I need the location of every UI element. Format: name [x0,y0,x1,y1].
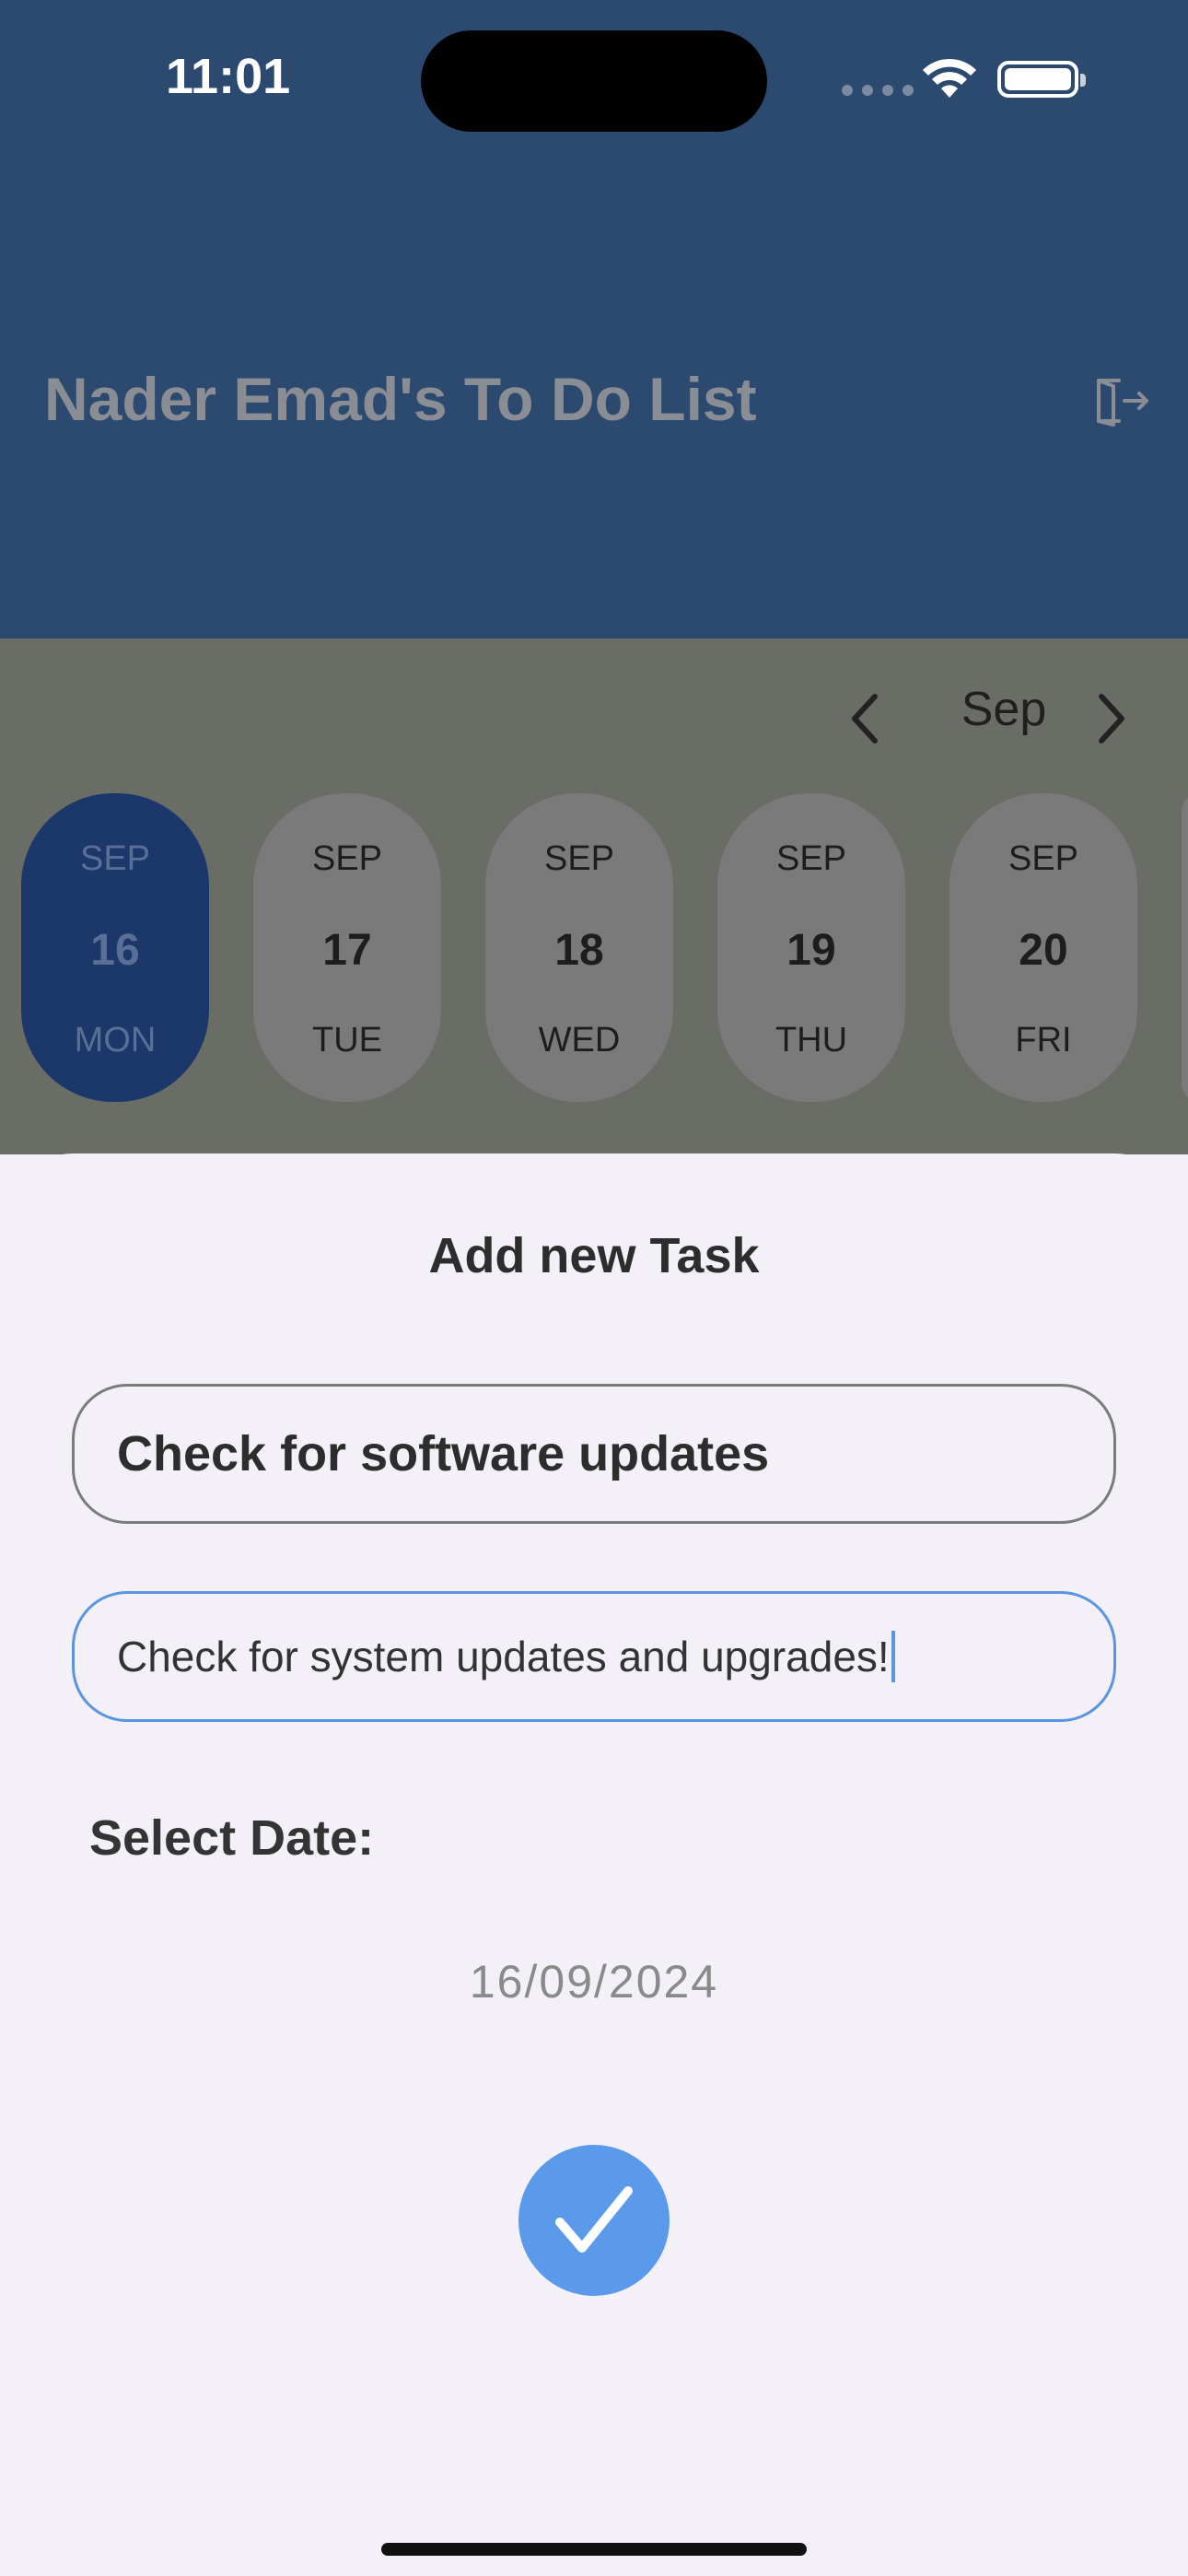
home-indicator [381,2543,807,2556]
month-navigator: Sep [801,671,1188,754]
day-number: 19 [786,925,836,975]
calendar-strip: Sep SEP 16 MON SEP 17 TUE SEP 18 WED SEP… [0,638,1188,1154]
day-number: 16 [90,925,140,975]
date-picker-value[interactable]: 16/09/2024 [0,1955,1188,2008]
add-task-sheet: Add new Task Check for software updates … [0,1153,1188,2576]
day-number: 20 [1019,925,1068,975]
sheet-title: Add new Task [428,1228,760,1283]
status-time: 11:01 [166,49,291,104]
battery-icon [997,61,1086,98]
day-card[interactable]: SEP 20 FRI [949,793,1137,1102]
cellular-signal-icon [842,85,914,96]
app-header: 11:01 Nader Emad's To Do List [0,0,1188,638]
day-list: SEP 16 MON SEP 17 TUE SEP 18 WED SEP 19 … [21,793,1137,1102]
day-weekday: FRI [1015,1021,1072,1060]
dynamic-island [421,30,767,132]
screen: 11:01 Nader Emad's To Do List Sep SEP 16 [0,0,1188,2576]
day-weekday: MON [74,1021,157,1060]
wifi-icon [923,58,976,98]
day-card[interactable]: SEP 18 WED [485,793,673,1102]
day-weekday: THU [775,1021,848,1060]
month-label: Sep [961,683,1047,736]
day-card[interactable]: SEP 19 THU [717,793,905,1102]
confirm-button[interactable] [518,2145,670,2296]
logout-icon[interactable] [1091,371,1150,430]
task-title-input[interactable]: Check for software updates [72,1384,1116,1524]
day-month: SEP [79,839,151,878]
chevron-left-icon[interactable] [844,691,890,746]
day-weekday: WED [538,1021,621,1060]
day-weekday: TUE [312,1021,382,1060]
day-number: 18 [554,925,604,975]
day-month: SEP [1007,839,1079,878]
day-card-partial[interactable] [1182,793,1188,1102]
task-title-value: Check for software updates [117,1426,770,1481]
task-description-input[interactable]: Check for system updates and upgrades! [72,1591,1116,1722]
day-card[interactable]: SEP 17 TUE [253,793,441,1102]
day-number: 17 [322,925,372,975]
task-description-value: Check for system updates and upgrades! [117,1633,890,1680]
day-month: SEP [311,839,383,878]
chevron-right-icon[interactable] [1087,691,1133,746]
day-month: SEP [775,839,847,878]
day-month: SEP [543,839,615,878]
select-date-label: Select Date: [89,1810,375,1866]
text-cursor [891,1631,895,1682]
app-title: Nader Emad's To Do List [44,365,757,433]
day-card-selected[interactable]: SEP 16 MON [21,793,209,1102]
check-icon [555,2186,633,2253]
